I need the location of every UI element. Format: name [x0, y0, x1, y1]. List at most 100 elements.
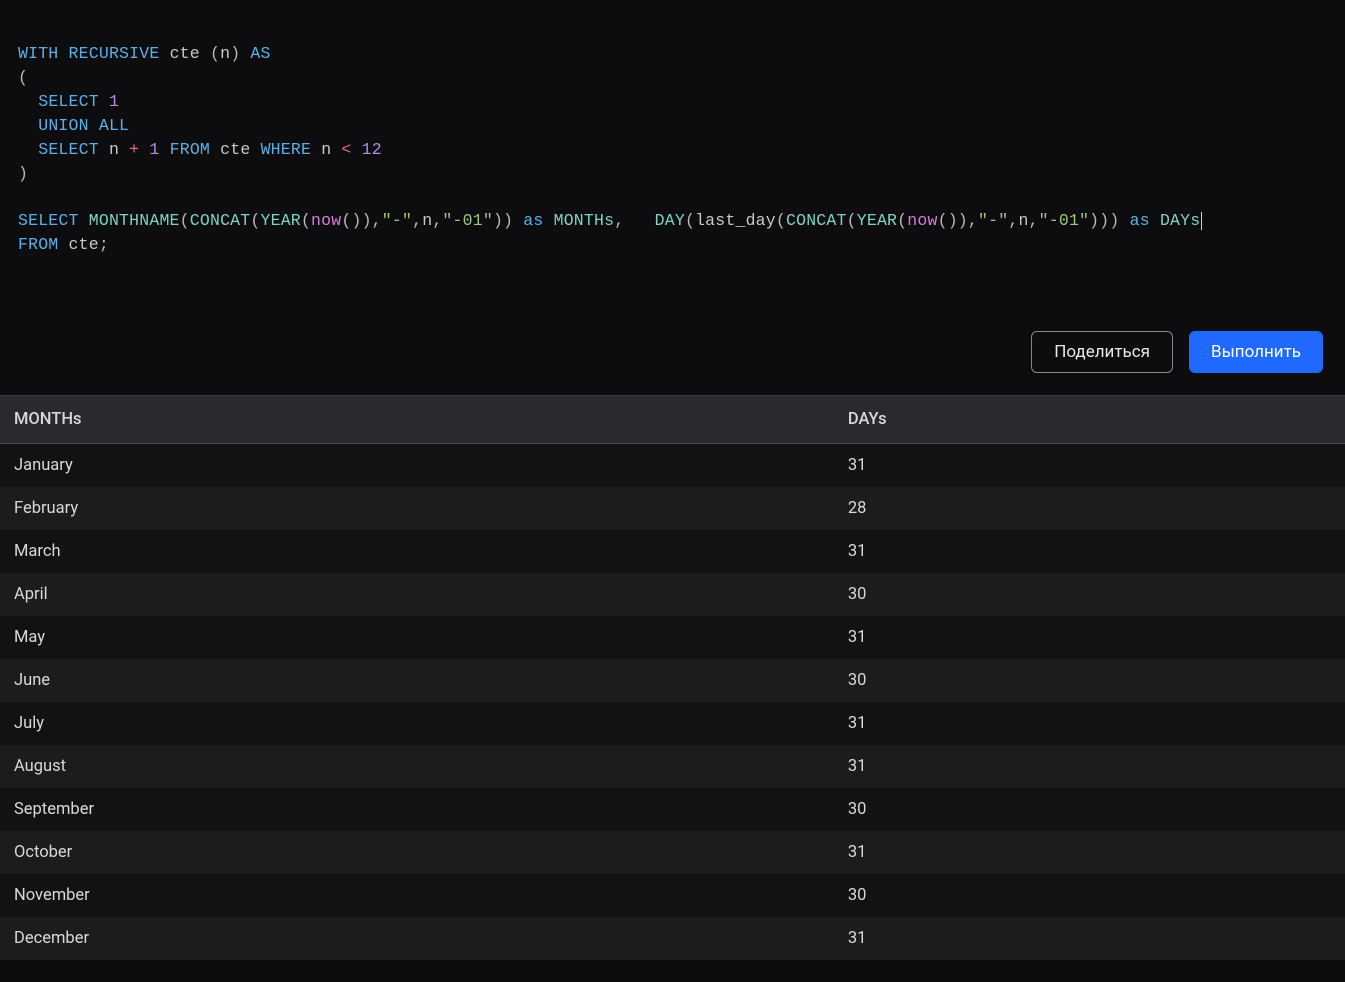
comma: ,: [432, 211, 442, 230]
cell-month: September: [0, 788, 834, 831]
kw-from: FROM: [170, 140, 210, 159]
sql-editor[interactable]: WITH RECURSIVE cte (n) AS ( SELECT 1 UNI…: [0, 0, 1345, 267]
fn-concat: CONCAT: [786, 211, 847, 230]
cell-days: 31: [834, 444, 1345, 488]
share-button[interactable]: Поделиться: [1031, 331, 1173, 373]
rparen: ): [230, 44, 240, 63]
table-header-row: MONTHs DAYs: [0, 396, 1345, 444]
cell-days: 30: [834, 573, 1345, 616]
cell-month: January: [0, 444, 834, 488]
table-row: January31: [0, 444, 1345, 488]
rparen: ): [362, 211, 372, 230]
cell-month: February: [0, 487, 834, 530]
table-row: March31: [0, 530, 1345, 573]
rparen: ): [948, 211, 958, 230]
comma: ,: [1008, 211, 1018, 230]
cell-month: December: [0, 917, 834, 960]
toolbar: Поделиться Выполнить: [0, 267, 1345, 395]
cell-month: August: [0, 745, 834, 788]
table-row: February28: [0, 487, 1345, 530]
rparen: ): [503, 211, 513, 230]
str-01: "-01": [1039, 211, 1090, 230]
kw-as: AS: [250, 44, 270, 63]
fn-day: DAY: [655, 211, 685, 230]
str-01: "-01": [442, 211, 493, 230]
fn-year: YEAR: [857, 211, 897, 230]
semicolon: ;: [99, 235, 109, 254]
table-row: November30: [0, 874, 1345, 917]
lparen: (: [301, 211, 311, 230]
cell-days: 31: [834, 917, 1345, 960]
col-header-months: MONTHs: [0, 396, 834, 444]
table-row: August31: [0, 745, 1345, 788]
id-cte: cte: [69, 235, 99, 254]
id-n: n: [220, 44, 230, 63]
fn-concat: CONCAT: [190, 211, 251, 230]
kw-select: SELECT: [38, 92, 99, 111]
alias-days: DAYs: [1160, 211, 1200, 230]
table-row: December31: [0, 917, 1345, 960]
kw-with: WITH: [18, 44, 58, 63]
lparen: (: [180, 211, 190, 230]
cell-days: 28: [834, 487, 1345, 530]
comma: ,: [614, 211, 624, 230]
alias-months: MONTHs: [554, 211, 615, 230]
rparen: ): [351, 211, 361, 230]
cell-days: 30: [834, 788, 1345, 831]
id-n: n: [422, 211, 432, 230]
rparen: ): [1109, 211, 1119, 230]
cell-days: 31: [834, 831, 1345, 874]
table-body: January31February28March31April30May31Ju…: [0, 444, 1345, 961]
cell-days: 30: [834, 874, 1345, 917]
cell-month: June: [0, 659, 834, 702]
cell-month: November: [0, 874, 834, 917]
table-row: June30: [0, 659, 1345, 702]
kw-select: SELECT: [18, 211, 79, 230]
run-button[interactable]: Выполнить: [1189, 331, 1323, 373]
rparen: ): [1099, 211, 1109, 230]
table-row: October31: [0, 831, 1345, 874]
kw-select: SELECT: [38, 140, 99, 159]
comma: ,: [412, 211, 422, 230]
comma: ,: [968, 211, 978, 230]
lparen: (: [847, 211, 857, 230]
kw-recursive: RECURSIVE: [69, 44, 160, 63]
kw-as: as: [1130, 211, 1150, 230]
fn-year: YEAR: [261, 211, 301, 230]
fn-monthname: MONTHNAME: [89, 211, 180, 230]
lparen: (: [18, 68, 28, 87]
cell-days: 31: [834, 745, 1345, 788]
kw-union: UNION: [38, 116, 89, 135]
rparen: ): [18, 164, 28, 183]
cell-days: 31: [834, 616, 1345, 659]
cell-days: 31: [834, 702, 1345, 745]
lparen: (: [776, 211, 786, 230]
kw-from: FROM: [18, 235, 58, 254]
lparen: (: [897, 211, 907, 230]
num-1: 1: [149, 140, 159, 159]
id-n: n: [1018, 211, 1028, 230]
lparen: (: [210, 44, 220, 63]
rparen: ): [958, 211, 968, 230]
kw-where: WHERE: [261, 140, 312, 159]
col-header-days: DAYs: [834, 396, 1345, 444]
cell-month: May: [0, 616, 834, 659]
num-1: 1: [109, 92, 119, 111]
lparen: (: [341, 211, 351, 230]
str-dash: "-": [382, 211, 412, 230]
cell-days: 30: [834, 659, 1345, 702]
table-row: April30: [0, 573, 1345, 616]
cell-month: April: [0, 573, 834, 616]
lparen: (: [685, 211, 695, 230]
id-n: n: [109, 140, 119, 159]
op-lt: <: [341, 140, 351, 159]
table-row: July31: [0, 702, 1345, 745]
id-cte: cte: [220, 140, 250, 159]
fn-now: now: [311, 211, 341, 230]
id-n: n: [321, 140, 331, 159]
kw-all: ALL: [99, 116, 129, 135]
text-cursor: [1201, 212, 1202, 230]
rparen: ): [493, 211, 503, 230]
cell-month: March: [0, 530, 834, 573]
kw-as: as: [523, 211, 543, 230]
